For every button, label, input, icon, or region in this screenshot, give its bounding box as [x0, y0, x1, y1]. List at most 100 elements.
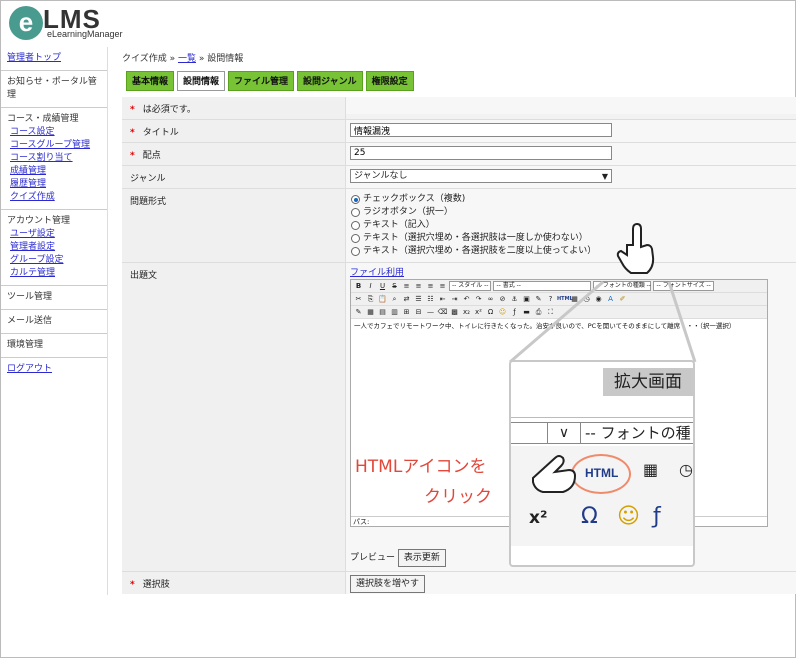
indent-icon[interactable]: ⇥ [449, 294, 460, 304]
font-family-select[interactable]: -- フォントの種類 -- [593, 281, 652, 291]
edit-icon[interactable]: ✎ [353, 307, 364, 317]
sidebar-item-course-settings[interactable]: コース設定 [7, 126, 102, 139]
choices-label: 選択肢 [142, 580, 170, 590]
split-cells-icon[interactable]: ⊟ [413, 307, 424, 317]
align-center-icon[interactable]: ≡ [413, 281, 424, 291]
redo-icon[interactable]: ↷ [473, 294, 484, 304]
strikethrough-icon[interactable]: S [389, 281, 400, 291]
format-select[interactable]: -- 書式 -- [493, 281, 592, 291]
bullet-list-icon[interactable]: ☰ [413, 294, 424, 304]
file-use-link[interactable]: ファイル利用 [350, 268, 404, 278]
callout-icon-area: HTML ▦ ◷ x² Ω ☺ ƒ [511, 446, 693, 546]
unlink-icon[interactable]: ⊘ [497, 294, 508, 304]
tab-question-genre[interactable]: 設問ジャンル [297, 71, 363, 91]
text-color-icon[interactable]: A [605, 294, 616, 304]
sidebar-item-logout[interactable]: ログアウト [7, 363, 102, 376]
align-justify-icon[interactable]: ≡ [437, 281, 448, 291]
callout-title: 拡大画面 [603, 368, 693, 396]
type-option-radio[interactable]: ラジオボタン（択一） [348, 206, 795, 219]
radio-selected-icon[interactable] [351, 195, 360, 204]
callout-pointing-hand-icon [532, 455, 577, 493]
radio-icon[interactable] [351, 234, 360, 243]
style-select[interactable]: -- スタイル -- [449, 281, 492, 291]
charmap-icon[interactable]: Ω [485, 307, 496, 317]
callout-flash-icon: ƒ [653, 504, 661, 529]
sidebar-item-tools[interactable]: ツール管理 [7, 291, 102, 304]
italic-icon[interactable]: I [365, 281, 376, 291]
sidebar-item-karte[interactable]: カルテ管理 [7, 267, 102, 280]
preview-icon[interactable]: ◉ [593, 294, 604, 304]
number-list-icon[interactable]: ☷ [425, 294, 436, 304]
superscript-icon[interactable]: x² [473, 307, 484, 317]
flash-icon[interactable]: ƒ [509, 307, 520, 317]
outdent-icon[interactable]: ⇤ [437, 294, 448, 304]
breadcrumb-list-link[interactable]: 一覧 [178, 54, 196, 64]
sidebar-item-mail[interactable]: メール送信 [7, 315, 102, 328]
align-left-icon[interactable]: ≡ [401, 281, 412, 291]
type-label: 問題形式 [130, 197, 167, 207]
html-icon[interactable]: HTML [557, 294, 573, 304]
type-option-fill-multi[interactable]: テキスト（選択穴埋め・各選択肢を二度以上使ってよい） [348, 245, 795, 258]
tab-bar: 基本情報 設問情報 ファイル管理 設問ジャンル 権限設定 [126, 71, 417, 91]
sidebar-item-env[interactable]: 環境管理 [7, 339, 102, 352]
sidebar-item-quiz[interactable]: クイズ作成 [7, 191, 102, 204]
radio-icon[interactable] [351, 208, 360, 217]
editor-text: 一人でカフェでリモートワーク中、トイレに行きたくなった。治安が良いので、PCを開… [354, 322, 736, 330]
print-icon[interactable]: ⎙ [533, 307, 544, 317]
tab-question-info[interactable]: 設問情報 [177, 71, 226, 91]
sidebar-item-course-assign[interactable]: コース割り当て [7, 152, 102, 165]
sidebar-item-course-group[interactable]: コースグループ管理 [7, 139, 102, 152]
tab-permissions[interactable]: 権限設定 [365, 71, 414, 91]
title-input[interactable] [350, 123, 612, 137]
hr-icon[interactable]: — [425, 307, 436, 317]
emoticon-icon[interactable]: ☺ [497, 307, 508, 317]
required-note: は必須です。 [142, 105, 196, 115]
type-option-checkbox[interactable]: チェックボックス（複数) [348, 193, 795, 206]
sidebar-item-users[interactable]: ユーザ設定 [7, 228, 102, 241]
date-icon[interactable]: ▦ [569, 294, 580, 304]
sidebar-item-admin-top[interactable]: 管理者トップ [7, 52, 102, 65]
time-icon[interactable]: ◷ [581, 294, 592, 304]
font-size-select[interactable]: -- フォントサイズ -- [653, 281, 714, 291]
anchor-icon[interactable]: ⚓ [509, 294, 520, 304]
points-input[interactable] [350, 146, 612, 160]
bold-icon[interactable]: B [353, 281, 364, 291]
sidebar-item-grades[interactable]: 成績管理 [7, 165, 102, 178]
sidebar-item-history[interactable]: 履歴管理 [7, 178, 102, 191]
subscript-icon[interactable]: x₂ [461, 307, 472, 317]
radio-icon[interactable] [351, 247, 360, 256]
image-icon[interactable]: ▣ [521, 294, 532, 304]
copy-icon[interactable]: ⎘ [365, 294, 376, 304]
refresh-preview-button[interactable]: 表示更新 [397, 549, 446, 567]
cut-icon[interactable]: ✂ [353, 294, 364, 304]
fullscreen-icon[interactable]: ⛶ [545, 307, 556, 317]
type-option-fill-once[interactable]: テキスト（選択穴埋め・各選択肢は一度しか使わない） [348, 232, 795, 245]
sidebar-item-admins[interactable]: 管理者設定 [7, 241, 102, 254]
add-choice-button[interactable]: 選択肢を増やす [350, 575, 426, 593]
undo-icon[interactable]: ↶ [461, 294, 472, 304]
help-icon[interactable]: ? [545, 294, 556, 304]
radio-icon[interactable] [351, 221, 360, 230]
sidebar-item-groups[interactable]: グループ設定 [7, 254, 102, 267]
cleanup-icon[interactable]: ✎ [533, 294, 544, 304]
table-icon[interactable]: ▦ [365, 307, 376, 317]
tab-basic-info[interactable]: 基本情報 [126, 71, 175, 91]
replace-icon[interactable]: ⇄ [401, 294, 412, 304]
table-row-icon[interactable]: ▤ [377, 307, 388, 317]
underline-icon[interactable]: U [377, 281, 388, 291]
remove-format-icon[interactable]: ⌫ [437, 307, 448, 317]
tab-file-management[interactable]: ファイル管理 [228, 71, 295, 91]
merge-cells-icon[interactable]: ⊞ [401, 307, 412, 317]
media-icon[interactable]: ▬ [521, 307, 532, 317]
paste-icon[interactable]: 📋 [377, 294, 388, 304]
highlight-icon[interactable]: ✐ [617, 294, 628, 304]
callout-html-icon: HTML [585, 466, 619, 480]
link-icon[interactable]: ∞ [485, 294, 496, 304]
align-right-icon[interactable]: ≡ [425, 281, 436, 291]
visual-aid-icon[interactable]: ▩ [449, 307, 460, 317]
genre-select[interactable]: ジャンルなし ▼ [350, 169, 612, 183]
table-col-icon[interactable]: ▥ [389, 307, 400, 317]
sidebar-item-news[interactable]: お知らせ・ポータル管理 [7, 76, 102, 102]
type-option-text[interactable]: テキスト（記入） [348, 219, 795, 232]
find-icon[interactable]: ⌕ [389, 294, 400, 304]
